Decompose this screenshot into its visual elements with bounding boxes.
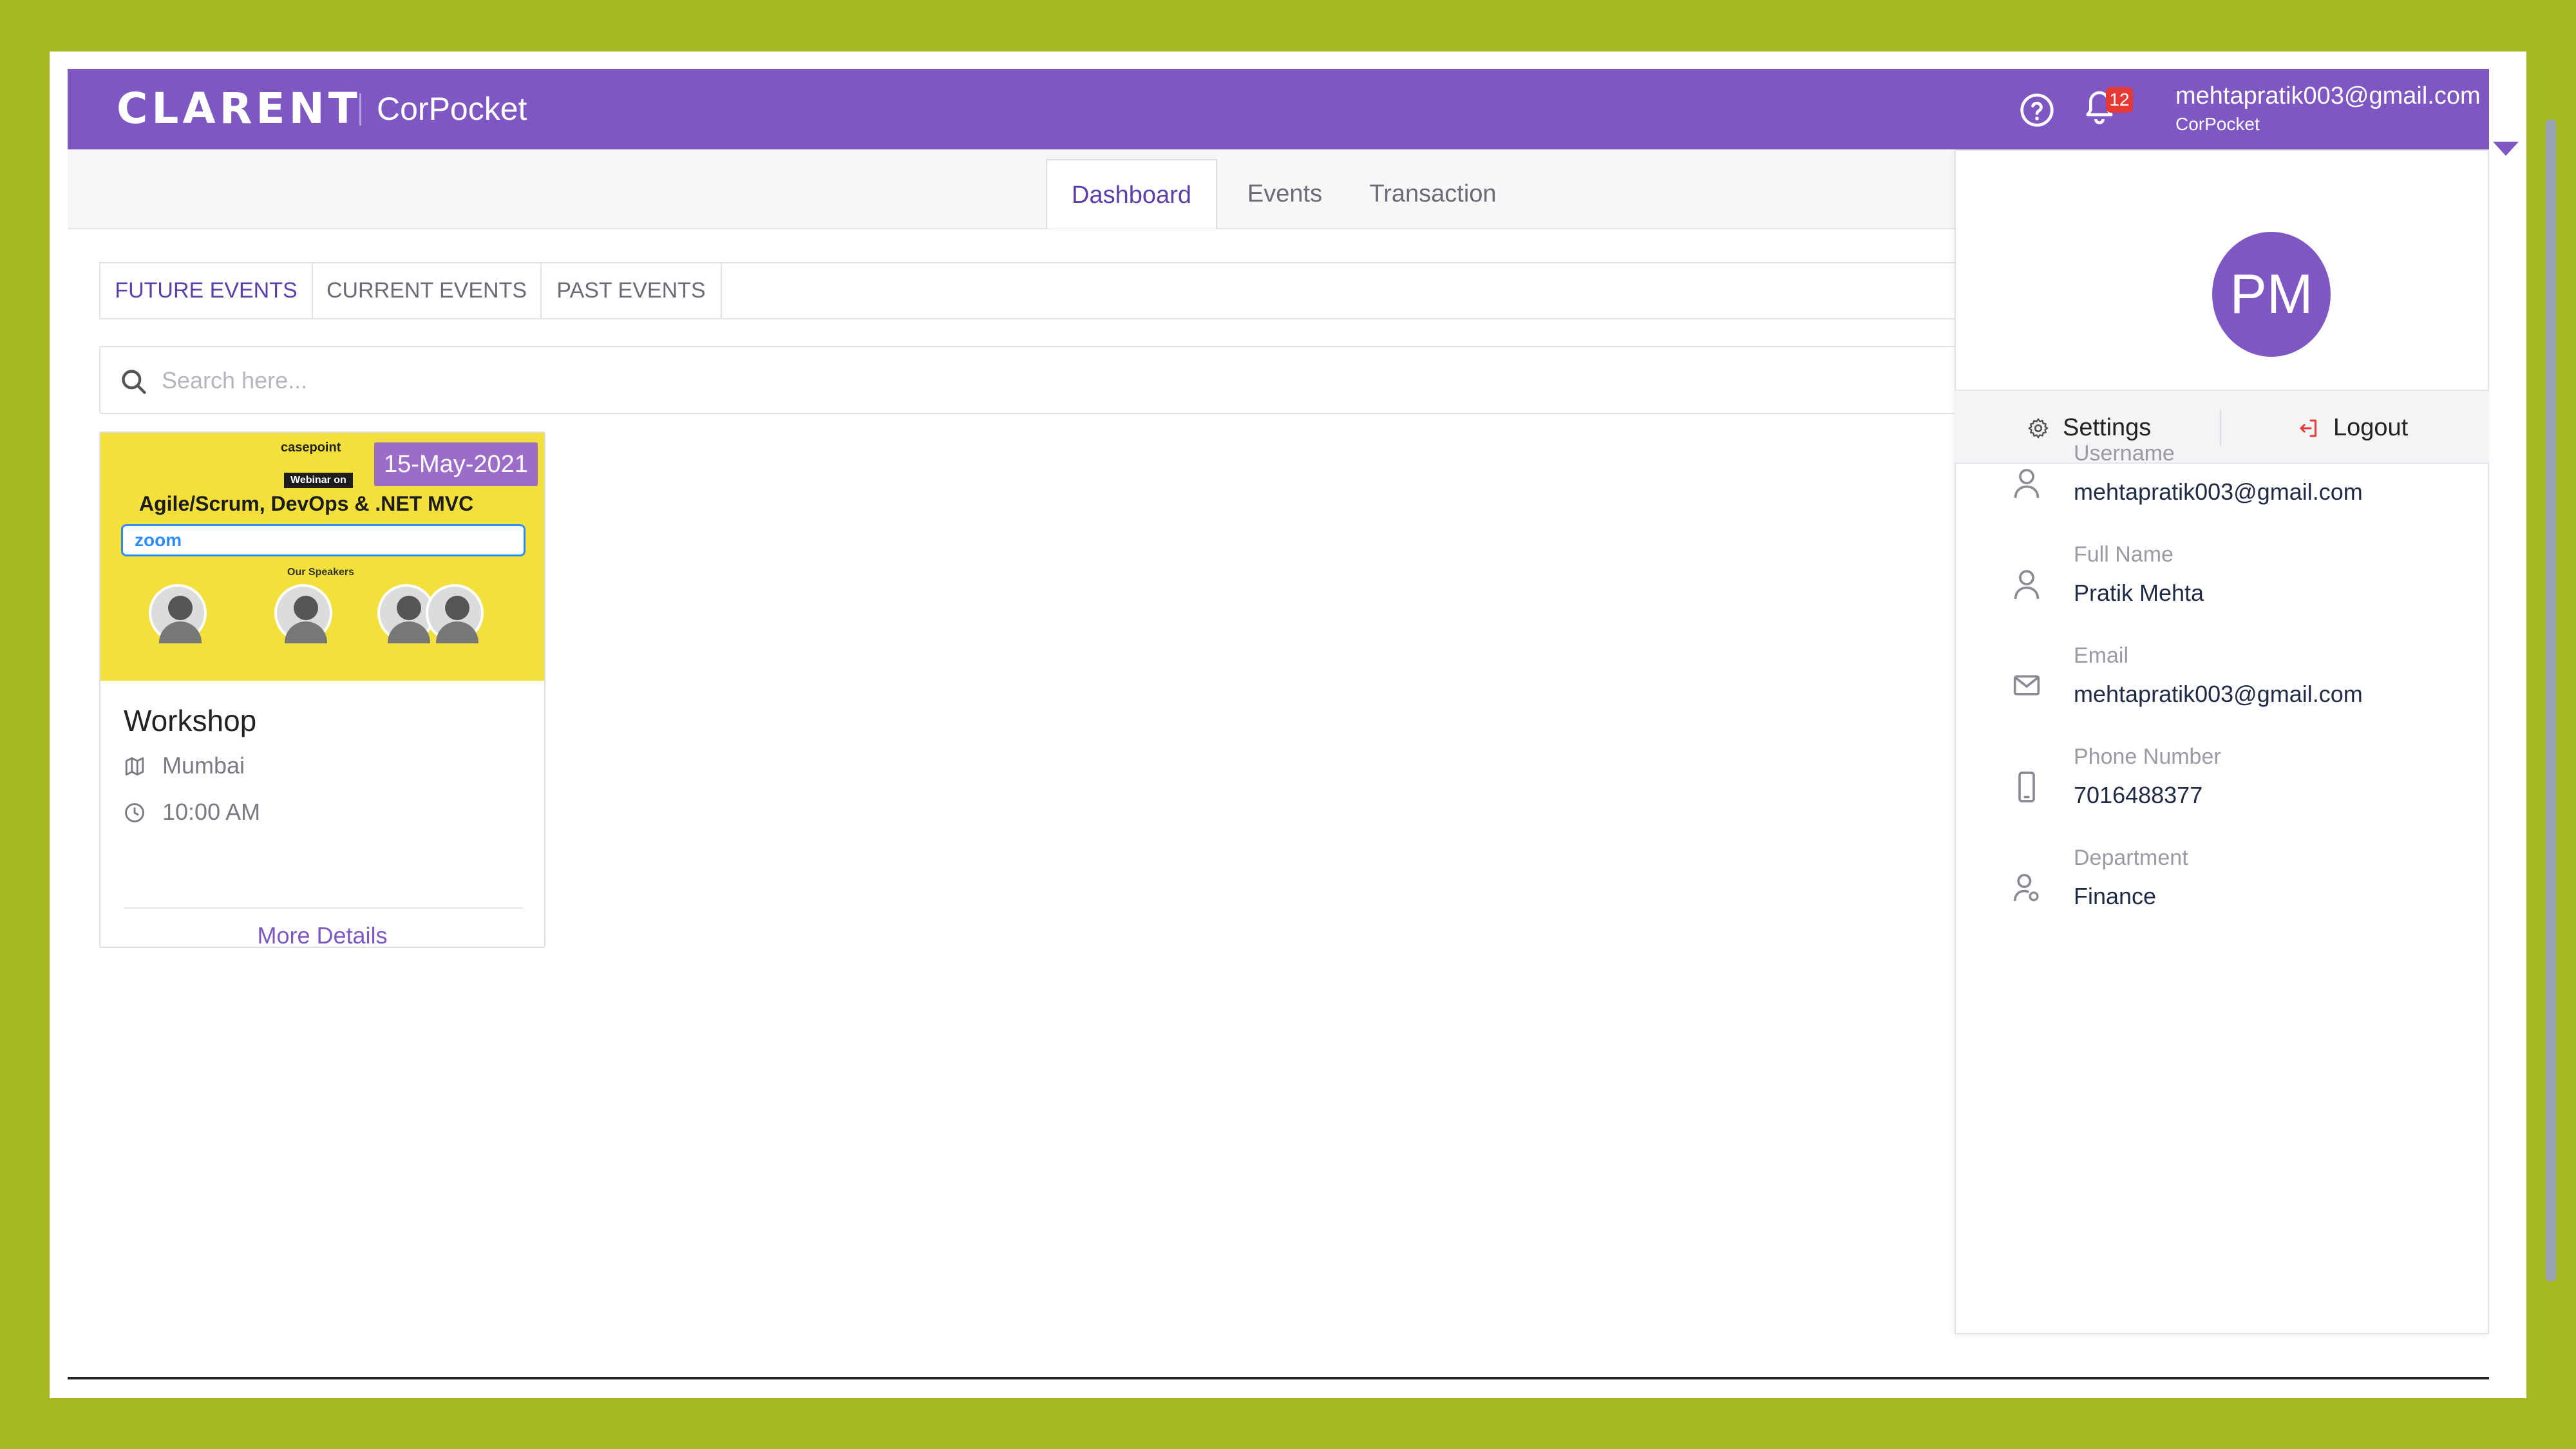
email-value: mehtapratik003@gmail.com [2074, 681, 2363, 707]
department-icon [2013, 874, 2039, 902]
phone-label: Phone Number [2074, 744, 2221, 769]
event-card: casepoint Webinar on Agile/Scrum, DevOps… [99, 431, 545, 949]
user-icon [2014, 469, 2040, 498]
speaker-photo [426, 584, 484, 643]
mail-icon [2013, 675, 2040, 696]
search-input[interactable] [162, 360, 1965, 401]
tab-events[interactable]: Events [1227, 159, 1343, 229]
map-icon [125, 757, 144, 776]
gear-icon [2028, 418, 2049, 439]
event-title: Workshop [124, 704, 257, 737]
speaker-photo [274, 584, 332, 643]
card-divider [124, 907, 523, 909]
chevron-down-icon[interactable] [2499, 106, 2524, 126]
event-location-text: Mumbai [162, 752, 245, 779]
app-window: CLARENT CorPocket 12 mehtapratik003@gmai… [50, 52, 2556, 1398]
zoom-logo: zoom [135, 530, 182, 550]
clock-icon [125, 803, 144, 822]
logo-divider [359, 93, 361, 126]
poster-title: Agile/Scrum, DevOps & .NET MVC [139, 492, 474, 515]
username-label: Username [2074, 441, 2175, 466]
profile-phone-row: Phone Number 7016488377 [1955, 744, 2489, 822]
search-icon [122, 370, 146, 394]
tab-transaction[interactable]: Transaction [1356, 159, 1510, 229]
logout-icon [2300, 419, 2316, 437]
speaker-photo [149, 584, 207, 643]
avatar: PM [2212, 232, 2331, 357]
department-value: Finance [2074, 883, 2157, 909]
phone-icon [2018, 772, 2035, 802]
tab-past-events[interactable]: PAST EVENTS [542, 263, 722, 318]
dropdown-caret [2493, 142, 2519, 156]
tab-dashboard[interactable]: Dashboard [1046, 159, 1217, 229]
app-name: CorPocket [377, 91, 527, 127]
header-user-email[interactable]: mehtapratik003@gmail.com [2175, 80, 2481, 111]
more-details-link[interactable]: More Details [100, 922, 544, 949]
fullname-label: Full Name [2074, 542, 2174, 567]
tab-future-events[interactable]: FUTURE EVENTS [100, 263, 313, 318]
header-user-company: CorPocket [2175, 114, 2260, 134]
top-header: CLARENT CorPocket 12 mehtapratik003@gmai… [68, 69, 2523, 149]
user-icon [2014, 570, 2040, 600]
department-label: Department [2074, 846, 2188, 870]
poster-brand: casepoint [281, 440, 341, 455]
notification-count-badge: 12 [2106, 87, 2133, 113]
profile-fullname-row: Full Name Pratik Mehta [1955, 542, 2489, 620]
poster-webinar-pill: Webinar on [284, 473, 353, 488]
profile-username-row: Username mehtapratik003@gmail.com [1955, 441, 2489, 518]
fullname-value: Pratik Mehta [2074, 580, 2204, 606]
event-poster-image[interactable]: casepoint Webinar on Agile/Scrum, DevOps… [100, 433, 544, 681]
poster-speakers-label: Our Speakers [287, 567, 355, 578]
brand-logo[interactable]: CLARENT [117, 83, 361, 135]
username-value: mehtapratik003@gmail.com [2074, 478, 2363, 505]
tab-current-events[interactable]: CURRENT EVENTS [313, 263, 542, 318]
poster-zoom-strip: zoom [121, 524, 526, 556]
profile-department-row: Department Finance [1955, 846, 2489, 923]
profile-email-row: Email mehtapratik003@gmail.com [1955, 643, 2489, 721]
event-date-badge: 15-May-2021 [374, 442, 538, 486]
phone-value: 7016488377 [2074, 782, 2203, 808]
help-icon[interactable] [2019, 92, 2055, 128]
search-bar [99, 346, 2031, 414]
email-label: Email [2074, 643, 2129, 668]
bottom-divider [68, 1377, 2489, 1379]
event-filter-tabs: FUTURE EVENTS CURRENT EVENTS PAST EVENTS [99, 262, 2031, 319]
vertical-scrollbar[interactable] [2546, 119, 2556, 1282]
event-time-text: 10:00 AM [162, 799, 261, 825]
